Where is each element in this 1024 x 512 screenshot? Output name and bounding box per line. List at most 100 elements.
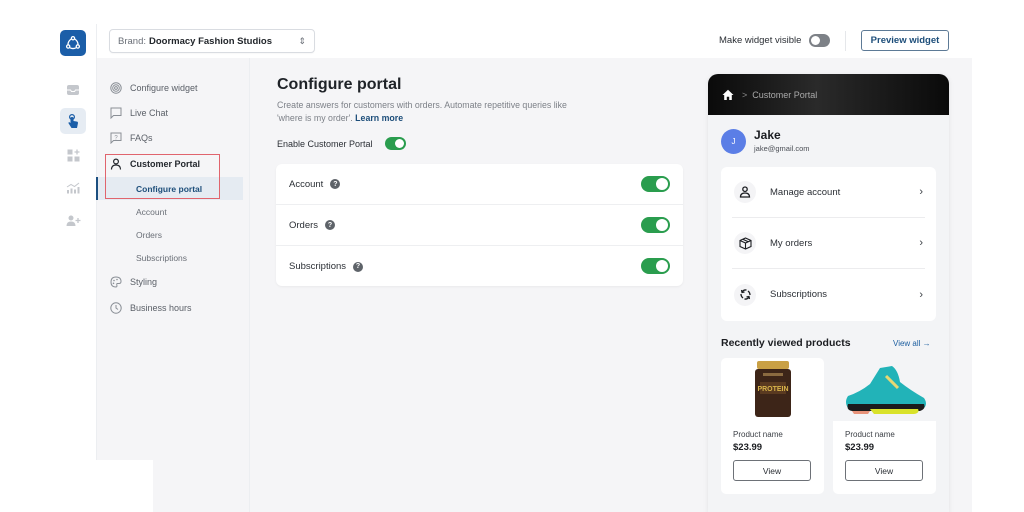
- help-icon[interactable]: ?: [325, 220, 336, 230]
- sneaker-image: [845, 365, 926, 414]
- apps-add-icon: [67, 149, 79, 161]
- portal-preview: > Customer Portal J Jake jake@gmail.com …: [708, 74, 949, 512]
- product-image: PROTEIN: [721, 358, 824, 421]
- menu-my-orders[interactable]: My orders ›: [732, 218, 925, 269]
- logo-icon: [65, 35, 81, 50]
- faq-icon: ?: [109, 131, 123, 145]
- rail-apps[interactable]: [60, 142, 86, 168]
- home-icon[interactable]: [722, 89, 734, 101]
- rail-inbox[interactable]: [60, 77, 86, 103]
- menu-label: My orders: [770, 237, 813, 249]
- top-divider: [845, 31, 846, 51]
- setting-row-subscriptions: Subscriptions ?: [276, 246, 683, 287]
- help-icon[interactable]: ?: [330, 179, 341, 189]
- nav-label: Live Chat: [130, 108, 169, 118]
- main-content: Configure portal Create answers for cust…: [250, 58, 695, 512]
- product-card: Product name $23.99 View: [833, 358, 936, 494]
- users-add-icon: [66, 215, 80, 226]
- tap-hand-icon: [68, 113, 78, 128]
- sub-navigation: Configure widget Live Chat ? FAQs Custom…: [96, 58, 250, 512]
- product-name: Product name: [845, 430, 895, 439]
- nav-label: Business hours: [130, 303, 192, 313]
- description-text: Create answers for customers with orders…: [277, 100, 567, 123]
- updown-arrows-icon: ⇕: [298, 35, 306, 46]
- preview-widget-button[interactable]: Preview widget: [861, 30, 949, 51]
- rail-widget[interactable]: [60, 108, 86, 134]
- menu-label: Subscriptions: [770, 289, 828, 300]
- account-toggle[interactable]: [641, 176, 670, 192]
- widget-visible-label: Make widget visible: [719, 35, 802, 46]
- palette-icon: [109, 275, 123, 289]
- product-price: $23.99: [733, 442, 763, 453]
- menu-manage-account[interactable]: Manage account ›: [732, 167, 925, 218]
- brand-select[interactable]: Brand: Doormacy Fashion Studios ⇕: [109, 29, 315, 53]
- orders-toggle[interactable]: [641, 217, 670, 233]
- app-logo[interactable]: [60, 30, 86, 56]
- rail-users[interactable]: [60, 208, 86, 234]
- nav-configure-widget[interactable]: Configure widget: [109, 78, 198, 98]
- nav-label: FAQs: [130, 133, 153, 143]
- breadcrumb-separator: >: [742, 89, 748, 100]
- nav-label: Configure widget: [130, 83, 198, 93]
- preview-header: > Customer Portal: [708, 74, 949, 115]
- nav-styling[interactable]: Styling: [109, 272, 157, 292]
- blank-area: [0, 460, 153, 512]
- breadcrumb-current: Customer Portal: [752, 89, 818, 100]
- brand-select-value: Doormacy Fashion Studios: [149, 35, 272, 47]
- enable-portal-toggle[interactable]: [385, 137, 406, 150]
- package-icon: [734, 232, 756, 254]
- product-image: [833, 358, 936, 421]
- portal-menu: Manage account › My orders › Subscriptio…: [721, 167, 936, 321]
- setting-label: Subscriptions: [289, 261, 347, 272]
- nav-business-hours[interactable]: Business hours: [109, 298, 192, 318]
- setting-row-account: Account ?: [276, 164, 683, 205]
- nav-faqs[interactable]: ? FAQs: [109, 128, 153, 148]
- analytics-icon: [66, 182, 80, 194]
- widget-preview-panel: > Customer Portal J Jake jake@gmail.com …: [695, 58, 972, 512]
- top-bar: Brand: Doormacy Fashion Studios ⇕ Make w…: [97, 0, 972, 58]
- enable-portal-label: Enable Customer Portal: [277, 139, 373, 149]
- target-icon: [109, 81, 123, 95]
- icon-rail: [0, 0, 96, 512]
- nav-live-chat[interactable]: Live Chat: [109, 103, 168, 123]
- product-name: Product name: [733, 430, 783, 439]
- user-email: jake@gmail.com: [754, 144, 810, 153]
- menu-subscriptions[interactable]: Subscriptions ›: [732, 269, 925, 320]
- chat-icon: [109, 106, 123, 120]
- clock-icon: [109, 301, 123, 315]
- user-name: Jake: [754, 128, 781, 142]
- brand-select-label: Brand:: [118, 35, 146, 47]
- recently-viewed-title: Recently viewed products: [721, 337, 851, 349]
- product-card: PROTEIN Product name $23.99 View: [721, 358, 824, 494]
- page-title: Configure portal: [277, 76, 402, 93]
- widget-visible-toggle[interactable]: [809, 34, 830, 47]
- inbox-icon: [67, 85, 79, 95]
- view-all-link[interactable]: View all →: [893, 339, 931, 348]
- view-product-button[interactable]: View: [845, 460, 923, 481]
- help-icon[interactable]: ?: [353, 261, 364, 272]
- nav-account[interactable]: Account: [136, 207, 167, 217]
- annotation-highlight-box: [105, 154, 220, 199]
- rail-analytics[interactable]: [60, 175, 86, 201]
- chevron-right-icon: ›: [919, 186, 923, 198]
- setting-row-orders: Orders ?: [276, 205, 683, 246]
- refresh-icon: [734, 283, 756, 306]
- page-description: Create answers for customers with orders…: [277, 99, 567, 125]
- subscriptions-toggle[interactable]: [641, 258, 670, 274]
- nav-orders[interactable]: Orders: [136, 230, 162, 240]
- active-indicator: [96, 177, 98, 200]
- view-product-button[interactable]: View: [733, 460, 811, 481]
- protein-jar-image: PROTEIN: [754, 360, 791, 417]
- avatar: J: [721, 129, 746, 154]
- nav-subscriptions[interactable]: Subscriptions: [136, 253, 187, 263]
- nav-label: Styling: [130, 277, 158, 287]
- product-price: $23.99: [845, 442, 875, 453]
- learn-more-link[interactable]: Learn more: [355, 113, 403, 123]
- menu-label: Manage account: [770, 186, 841, 198]
- portal-settings-card: Account ? Orders ? Subscriptions ?: [276, 164, 683, 286]
- svg-text:PROTEIN: PROTEIN: [757, 386, 788, 393]
- setting-label: Account: [289, 178, 324, 190]
- chevron-right-icon: ›: [919, 288, 923, 301]
- setting-label: Orders: [289, 219, 319, 231]
- chevron-right-icon: ›: [919, 237, 923, 249]
